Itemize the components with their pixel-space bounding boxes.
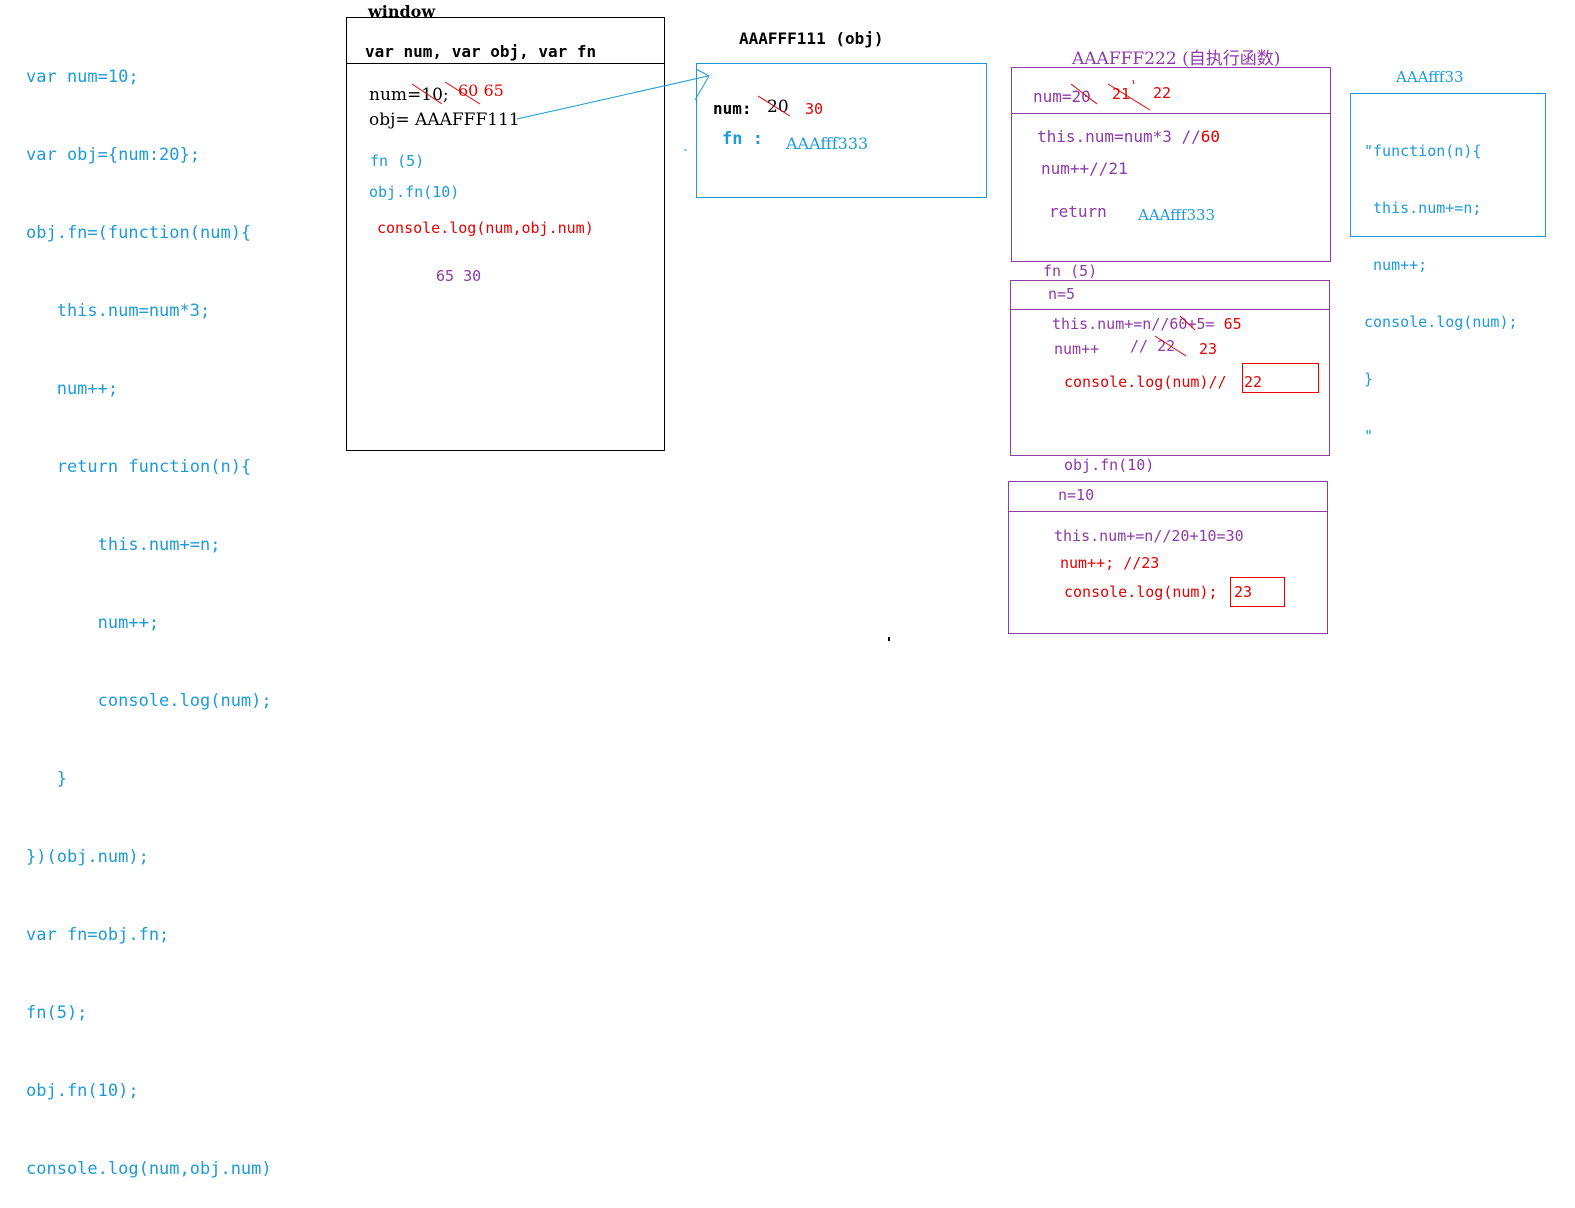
window-divider <box>347 63 664 64</box>
iife-line-thisnum-result: 60 <box>1200 127 1221 146</box>
fn-heap-line: this.num+=n; <box>1364 199 1482 217</box>
fn10-param: n=10 <box>1058 486 1095 504</box>
iife-num: num=20 <box>1033 87 1091 106</box>
iife-line-thisnum-text: this.num=num*3 // <box>1037 127 1201 146</box>
fn5-line-thisnum-text: this.num+=n//60+5= <box>1052 315 1215 333</box>
code-line: return function(n){ <box>26 457 252 477</box>
fn10-title: obj.fn(10) <box>1064 456 1155 474</box>
code-listing: var num=10; var obj={num:20}; obj.fn=(fu… <box>26 12 272 1208</box>
fn5-line-thisnum: this.num+=n//60+5= 65 <box>1052 315 1242 333</box>
obj-fn-value: AAAfff333 <box>786 134 869 153</box>
window-call-fn5: fn (5) <box>370 152 425 170</box>
fn5-line-numpp-comment: // 22 <box>1130 337 1176 355</box>
fn10-line-console: console.log(num); <box>1064 583 1218 601</box>
obj-heap-title: AAAFFF111 (obj) <box>739 29 884 48</box>
fn-heap-line: num++; <box>1364 256 1428 274</box>
window-result: 65 30 <box>436 267 482 285</box>
fn-heap-line: " <box>1364 427 1374 445</box>
fn-heap-line: "function(n){ <box>1364 142 1482 160</box>
window-call-objfn10: obj.fn(10) <box>369 183 460 201</box>
window-num: num=10; <box>369 85 449 105</box>
fn5-divider <box>1011 309 1329 310</box>
code-line: var num=10; <box>26 67 139 87</box>
obj-num-key: num: <box>713 99 752 118</box>
iife-divider <box>1012 113 1330 114</box>
code-line: fn(5); <box>26 1003 88 1023</box>
code-line: console.log(num); <box>26 691 272 711</box>
code-line: var obj={num:20}; <box>26 145 200 165</box>
fn-heap-code: "function(n){ this.num+=n; num++; consol… <box>1364 104 1518 465</box>
fn5-result: 22 <box>1244 373 1263 391</box>
window-header: var num, var obj, var fn <box>365 42 597 61</box>
iife-num-22: 22 <box>1153 84 1172 102</box>
fn10-line-thisnum: this.num+=n//20+10=30 <box>1054 527 1244 545</box>
iife-return-value: AAAfff333 <box>1138 206 1216 224</box>
fn10-result: 23 <box>1234 583 1253 601</box>
code-line: var fn=obj.fn; <box>26 925 170 945</box>
code-line: } <box>26 769 67 789</box>
code-line: this.num=num*3; <box>26 301 211 321</box>
iife-return-kw: return <box>1049 202 1107 221</box>
code-line: obj.fn=(function(num){ <box>26 223 252 243</box>
fn5-title: fn (5) <box>1043 262 1098 280</box>
code-line: num++; <box>26 379 119 399</box>
fn5-line-thisnum-result: 65 <box>1223 315 1242 333</box>
fn-heap-line: } <box>1364 370 1374 388</box>
fn-heap-line: console.log(num); <box>1364 313 1518 331</box>
code-line: this.num+=n; <box>26 535 221 555</box>
obj-fn-key: fn : <box>722 129 763 149</box>
code-line: num++; <box>26 613 160 633</box>
iife-num-21: 21 <box>1112 85 1131 103</box>
window-num-updates: 60 65 <box>458 81 504 100</box>
fn-heap-title: AAAfff33 <box>1396 68 1464 86</box>
code-line: obj.fn(10); <box>26 1081 139 1101</box>
fn5-param: n=5 <box>1048 285 1076 303</box>
iife-title: AAAFFF222 (自执行函数) <box>1072 49 1281 69</box>
code-line: console.log(num,obj.num) <box>26 1159 272 1179</box>
fn5-line-numpp: num++ <box>1054 340 1100 358</box>
iife-line-numpp: num++//21 <box>1041 159 1128 178</box>
fn5-line-numpp-23: 23 <box>1199 340 1218 358</box>
fn5-line-console: console.log(num)// <box>1064 373 1227 391</box>
window-console-log: console.log(num,obj.num) <box>377 219 594 237</box>
iife-line-thisnum: this.num=num*3 //60 <box>1037 127 1220 146</box>
fn10-divider <box>1009 511 1327 512</box>
code-line: })(obj.num); <box>26 847 149 867</box>
window-obj: obj= AAAFFF111 <box>369 110 520 130</box>
obj-num-old: 20 <box>767 97 789 117</box>
fn10-scope-box <box>1008 481 1328 634</box>
obj-num-new: 30 <box>805 100 824 118</box>
fn10-line-numpp: num++; //23 <box>1060 554 1160 572</box>
